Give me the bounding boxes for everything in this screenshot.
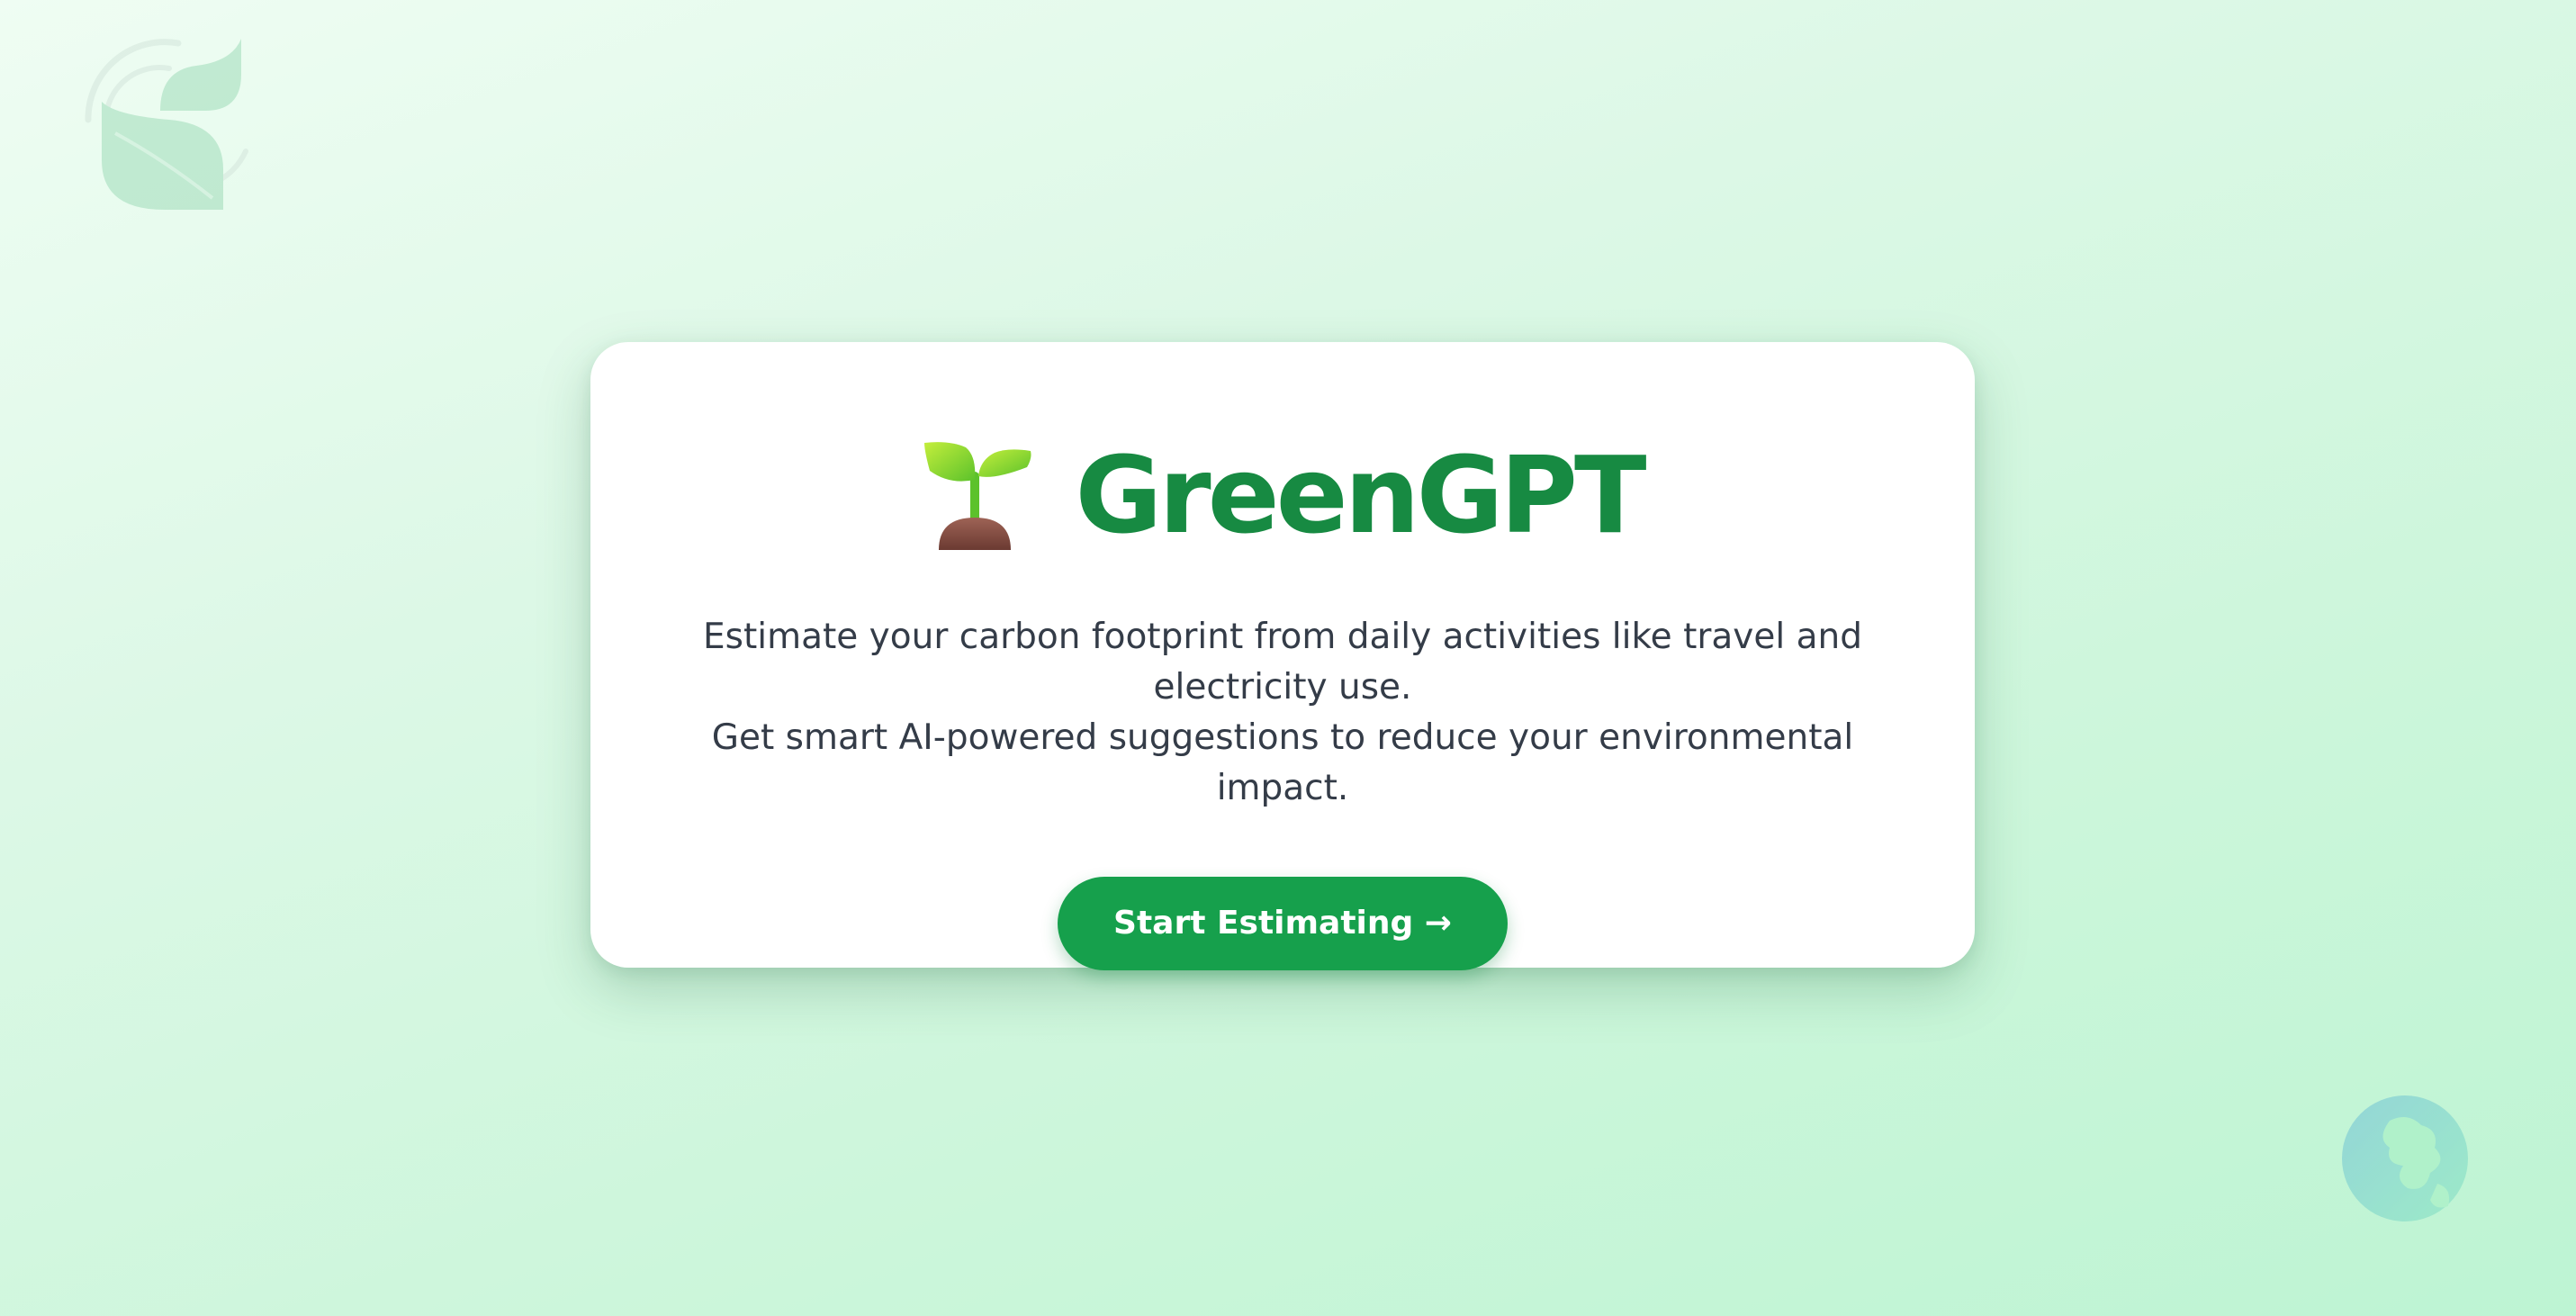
description-line-1: Estimate your carbon footprint from dail… <box>703 617 1862 708</box>
description-line-2: Get smart AI-powered suggestions to redu… <box>711 717 1854 808</box>
app-description: Estimate your carbon footprint from dail… <box>671 612 1895 814</box>
seedling-icon <box>923 440 1032 550</box>
globe-icon <box>2340 1094 2470 1223</box>
leaves-icon <box>79 34 259 214</box>
hero-card: GreenGPT Estimate your carbon footprint … <box>590 342 1975 970</box>
start-estimating-button[interactable]: Start Estimating → <box>1058 877 1508 970</box>
app-title: GreenGPT <box>1075 433 1647 557</box>
title-row: GreenGPT <box>590 432 1975 558</box>
